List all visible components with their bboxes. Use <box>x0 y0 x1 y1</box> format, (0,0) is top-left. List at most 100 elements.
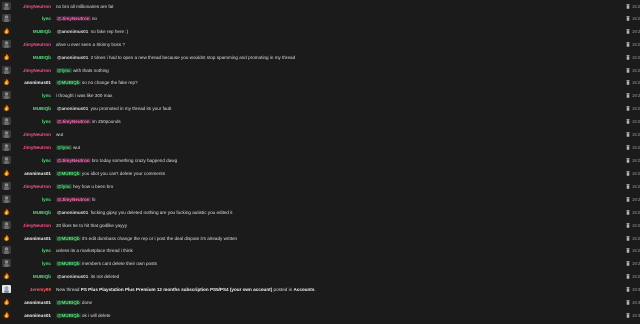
user-mention[interactable]: @anonimus01 <box>56 55 89 60</box>
trash-icon[interactable] <box>626 209 630 215</box>
message-username[interactable]: MUBIQb <box>14 55 51 60</box>
user-mention[interactable]: @lync <box>56 183 72 189</box>
trash-icon[interactable] <box>626 312 630 318</box>
message-username[interactable]: MUBIQb <box>14 29 51 34</box>
message-timestamp: 19:2 <box>632 260 640 266</box>
flame-avatar-icon[interactable] <box>2 298 11 306</box>
user-mention[interactable]: @anonimus01 <box>56 29 89 34</box>
trash-icon[interactable] <box>626 15 630 21</box>
message-timestamp: 19:3 <box>632 286 640 292</box>
trash-icon[interactable] <box>626 260 630 266</box>
user-mention[interactable]: @MUBIQb <box>56 79 81 85</box>
user-mention[interactable]: @JimyNeutron <box>56 15 91 21</box>
flame-avatar-icon[interactable] <box>2 104 11 112</box>
message-username[interactable]: JimyNeutron <box>14 68 51 73</box>
user-avatar-icon[interactable] <box>2 130 11 138</box>
trash-icon[interactable] <box>626 131 630 137</box>
user-avatar-icon[interactable] <box>2 221 11 229</box>
trash-icon[interactable] <box>626 157 630 163</box>
message-username[interactable]: Jeremy89 <box>14 287 51 292</box>
message-username[interactable]: lync <box>14 248 51 253</box>
user-mention[interactable]: @MUBIQb <box>56 260 81 266</box>
trash-icon[interactable] <box>626 92 630 98</box>
user-avatar-icon[interactable] <box>2 259 11 267</box>
trash-icon[interactable] <box>626 222 630 228</box>
trash-icon[interactable] <box>626 67 630 73</box>
user-mention[interactable]: @JimyNeutron <box>56 157 91 163</box>
trash-icon[interactable] <box>626 196 630 202</box>
chat-message-row: lync @JimyNeutron no 19:2 <box>0 12 640 24</box>
user-mention[interactable]: @MUBIQb <box>56 299 81 305</box>
trash-icon[interactable] <box>626 144 630 150</box>
user-mention[interactable]: @MUBIQb <box>56 170 81 176</box>
message-username[interactable]: JimyNeutron <box>14 145 51 150</box>
message-username[interactable]: JimyNeutron <box>14 132 51 137</box>
flame-avatar-icon[interactable] <box>2 234 11 242</box>
trash-icon[interactable] <box>626 54 630 60</box>
flame-avatar-icon[interactable] <box>2 27 11 35</box>
message-username[interactable]: lync <box>14 197 51 202</box>
message-username[interactable]: MUBIQb <box>14 210 51 215</box>
user-mention[interactable]: @anonimus01 <box>56 106 89 111</box>
user-avatar-icon[interactable] <box>2 14 11 22</box>
trash-icon[interactable] <box>626 247 630 253</box>
trash-icon[interactable] <box>626 170 630 176</box>
trash-icon[interactable] <box>626 299 630 305</box>
message-username[interactable]: JimyNeutron <box>14 42 51 47</box>
message-username[interactable]: lync <box>14 119 51 124</box>
message-username[interactable]: lync <box>14 261 51 266</box>
message-username[interactable]: anonimus01 <box>14 236 51 241</box>
message-username[interactable]: JimyNeutron <box>14 4 51 9</box>
flame-avatar-icon[interactable] <box>2 78 11 86</box>
user-mention[interactable]: @anonimus01 <box>56 210 89 215</box>
trash-icon[interactable] <box>626 286 630 292</box>
trash-icon[interactable] <box>626 118 630 124</box>
user-mention[interactable]: @JimyNeutron <box>56 118 91 124</box>
message-username[interactable]: anonimus01 <box>14 300 51 305</box>
thread-title-link[interactable]: PS Plus Playstation Plus Premium 12 mont… <box>81 287 272 292</box>
user-avatar-icon[interactable] <box>2 117 11 125</box>
user-avatar-icon[interactable] <box>2 182 11 190</box>
message-username[interactable]: anonimus01 <box>14 171 51 176</box>
flame-avatar-icon[interactable] <box>2 53 11 61</box>
user-avatar-icon[interactable] <box>2 285 11 293</box>
user-mention[interactable]: @lync <box>56 144 72 150</box>
trash-icon[interactable] <box>626 3 630 9</box>
user-mention[interactable]: @lync <box>56 67 72 73</box>
message-username[interactable]: JimyNeutron <box>14 184 51 189</box>
user-avatar-icon[interactable] <box>2 156 11 164</box>
message-username[interactable]: anonimus01 <box>14 313 51 318</box>
trash-icon[interactable] <box>626 28 630 34</box>
trash-icon[interactable] <box>626 79 630 85</box>
trash-icon[interactable] <box>626 41 630 47</box>
user-avatar-icon[interactable] <box>2 40 11 48</box>
trash-icon[interactable] <box>626 183 630 189</box>
user-avatar-icon[interactable] <box>2 91 11 99</box>
message-username[interactable]: MUBIQb <box>14 106 51 111</box>
flame-avatar-icon[interactable] <box>2 169 11 177</box>
user-avatar-icon[interactable] <box>2 2 11 10</box>
message-username[interactable]: anonimus01 <box>14 80 51 85</box>
message-username[interactable]: JimyNeutron <box>14 223 51 228</box>
flame-avatar-icon[interactable] <box>2 311 11 319</box>
user-mention[interactable]: @MUBIQb <box>56 235 81 241</box>
user-avatar-icon[interactable] <box>2 195 11 203</box>
flame-avatar-icon[interactable] <box>2 272 11 280</box>
trash-icon[interactable] <box>626 273 630 279</box>
flame-avatar-icon[interactable] <box>2 208 11 216</box>
user-mention[interactable]: @JimyNeutron <box>56 196 91 202</box>
trash-icon[interactable] <box>626 235 630 241</box>
user-mention[interactable]: @MUBIQb <box>56 312 81 318</box>
chat-message-row: lync i thought i was like 300 max 19:2 <box>0 89 640 101</box>
user-avatar-icon[interactable] <box>2 66 11 74</box>
message-username[interactable]: lync <box>14 16 51 21</box>
trash-icon[interactable] <box>626 105 630 111</box>
message-username[interactable]: lync <box>14 93 51 98</box>
user-avatar-icon[interactable] <box>2 246 11 254</box>
message-username[interactable]: lync <box>14 158 51 163</box>
user-mention[interactable]: @anonimus01 <box>56 274 89 279</box>
user-avatar-icon[interactable] <box>2 143 11 151</box>
forum-link[interactable]: Accounts <box>293 287 314 292</box>
message-timestamp: 19:2 <box>632 79 640 85</box>
message-username[interactable]: MUBIQb <box>14 274 51 279</box>
